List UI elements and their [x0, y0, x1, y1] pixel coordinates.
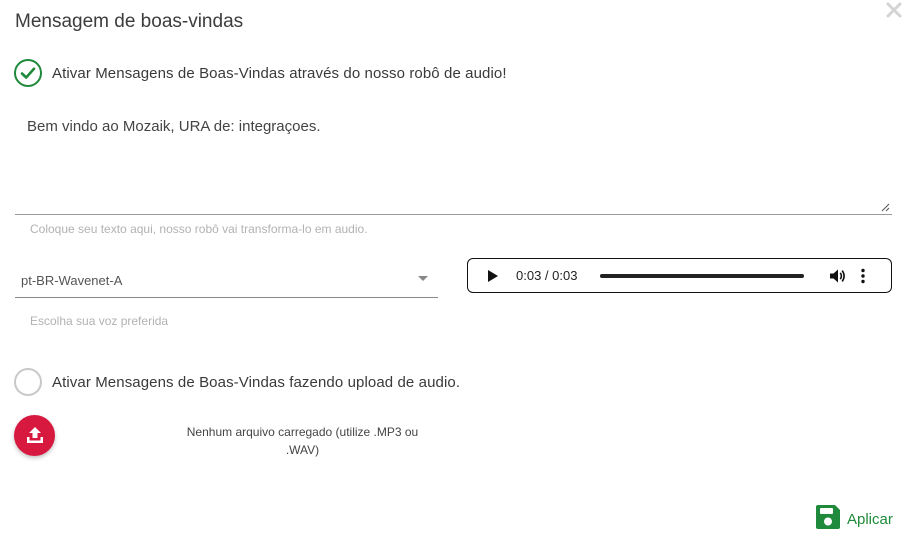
voice-select-value: pt-BR-Wavenet-A [21, 273, 123, 288]
message-hint: Coloque seu texto aqui, nosso robô vai t… [30, 222, 368, 236]
voice-select[interactable]: pt-BR-Wavenet-A [15, 263, 438, 298]
audio-time: 0:03 / 0:03 [516, 268, 578, 283]
upload-button[interactable] [14, 415, 55, 456]
close-icon[interactable] [885, 1, 903, 19]
message-textarea-container [15, 106, 892, 215]
radio-unchecked-icon[interactable] [14, 368, 42, 396]
more-options-icon[interactable] [860, 268, 866, 284]
voice-hint: Escolha sua voz preferida [30, 314, 169, 328]
tts-option-label: Ativar Mensagens de Boas-Vindas através … [52, 64, 507, 82]
dialog-title: Mensagem de boas-vindas [15, 11, 244, 32]
message-textarea[interactable] [15, 106, 892, 214]
save-icon[interactable] [814, 503, 842, 531]
audio-progress-bar[interactable] [600, 273, 804, 278]
check-circle-icon[interactable] [14, 59, 42, 87]
volume-icon[interactable] [828, 267, 846, 285]
apply-label: Aplicar [847, 511, 893, 528]
resize-grip-icon[interactable] [880, 202, 890, 212]
upload-icon[interactable] [24, 425, 46, 447]
audio-progress-fill [600, 273, 804, 278]
apply-button[interactable]: Aplicar [814, 503, 893, 531]
upload-option-radio[interactable]: Ativar Mensagens de Boas-Vindas fazendo … [14, 368, 460, 396]
chevron-down-icon[interactable] [418, 276, 428, 281]
close-button[interactable] [885, 1, 903, 19]
upload-option-label: Ativar Mensagens de Boas-Vindas fazendo … [52, 373, 461, 391]
upload-status-text: Nenhum arquivo carregado (utilize .MP3 o… [186, 425, 419, 457]
audio-player: 0:03 / 0:03 [467, 258, 892, 293]
play-icon[interactable] [486, 269, 500, 283]
tts-option-radio[interactable]: Ativar Mensagens de Boas-Vindas através … [14, 59, 507, 87]
